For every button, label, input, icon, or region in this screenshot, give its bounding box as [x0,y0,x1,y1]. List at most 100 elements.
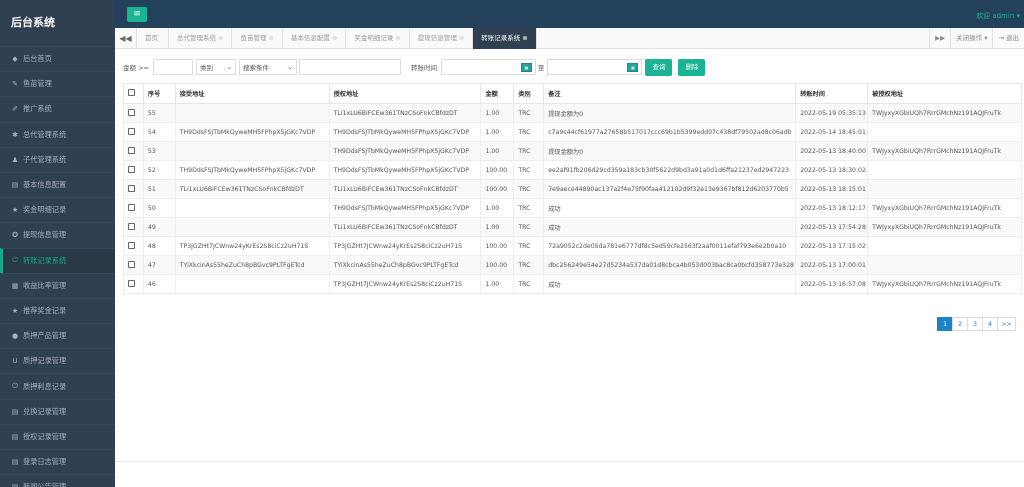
sidebar-item-label: 总代管理系统 [23,129,67,139]
row-checkbox[interactable] [128,184,135,192]
delete-button[interactable]: 删除 [678,58,706,76]
cell-authorized [867,122,1022,142]
sidebar-item[interactable]: ▦ 收益比率管理 [0,272,115,298]
tab[interactable]: 总代管理系统 ⊗ [169,27,233,49]
row-checkbox[interactable] [128,146,135,154]
cell-authorized [867,179,1022,199]
table-row[interactable]: 50 TH9DdsFSJTbMkQyweMH5FPhpX5jGKc7VDP 1.00… [123,198,1022,218]
cell-id: 46 [142,274,176,294]
row-checkbox[interactable] [128,241,135,249]
cell-type: TRC [513,217,545,237]
sidebar-item[interactable]: ✪ 提现信息管理 [0,222,115,247]
end-date-input[interactable]: ▦ [547,59,643,75]
sidebar-item-label: 提现信息管理 [23,230,67,240]
cell-id: 50 [142,198,176,218]
close-icon[interactable]: ⊗ [332,34,337,42]
table-row[interactable]: 52 TH9DdsFSJTbMkQyweMH5FPhpX5jGKc7VDP TH9D… [123,160,1022,180]
sidebar-item[interactable]: ▤ 登录日志管理 [0,449,115,474]
sidebar-item[interactable]: ★ 推荐奖金记录 [0,297,115,323]
tab[interactable]: 鱼苗管理 ⊗ [232,27,283,49]
row-checkbox[interactable] [128,203,135,211]
sidebar-item[interactable]: ◆ 后台首页 [0,46,115,71]
cell-id: 53 [142,141,176,161]
menu-icon: U [12,357,18,366]
category-select[interactable]: 类别 ⌄ [195,59,236,75]
menu-icon: ▤ [11,181,19,190]
row-checkbox[interactable] [128,279,135,287]
calendar-icon[interactable]: ▦ [627,62,639,72]
chevron-down-icon: ⌄ [287,63,293,71]
row-checkbox[interactable] [128,127,135,135]
cell-type: TRC [513,160,545,180]
tab[interactable]: 基本信息配置 ⊗ [283,27,347,49]
tab-prev-button[interactable]: ◀◀ [115,27,137,49]
sidebar-item[interactable]: U 质押记录管理 [0,348,115,373]
sidebar-item[interactable]: ▤ 基本信息配置 [0,171,115,197]
sidebar-item[interactable]: ● 质押产品管理 [0,323,115,348]
table-row[interactable]: 53 TH9DdsFSJTbMkQyweMH5FPhpX5jGKc7VDP 1.00… [123,141,1022,161]
cell-note: 成功 [543,217,797,237]
table-row[interactable]: 48 TP3jGZHt7JCWnw24yKrEs2S8ciCz2uH71S TP3j… [123,236,1022,256]
search-condition-select[interactable]: 搜索条件 ⌄ [238,59,297,75]
cell-auth: TP3jGZHt7JCWnw24yKrEs2S8ciCz2uH71S [328,274,482,294]
cell-time: 2022-05-13 17:15:02 [795,236,869,256]
page-button[interactable]: 4 [982,317,998,331]
app-title: 后台系统 [11,16,55,29]
cell-amount: 100.00 [480,255,515,275]
row-checkbox[interactable] [128,108,135,116]
close-icon[interactable]: ⊗ [218,34,223,42]
close-icon[interactable]: ⊗ [395,34,400,42]
close-icon[interactable]: ⊗ [268,34,273,42]
table-row[interactable]: 47 TYiXkcinAs55heZuCh8pBGvc9PLTFgETcd TYiX… [123,255,1022,275]
row-checkbox[interactable] [128,260,135,268]
row-checkbox[interactable] [128,222,135,230]
page-button[interactable]: 2 [952,317,968,331]
tab[interactable]: 奖金明细记录 ⊗ [346,27,410,49]
calendar-icon[interactable]: ▦ [520,62,532,72]
tab-list: 首页 总代管理系统 ⊗ 鱼苗管理 ⊗ 基本信息配置 ⊗ 奖金明细记录 ⊗ 提现信息管理 ⊗ 转账记录系… [137,27,537,49]
close-icon[interactable]: ⊗ [522,34,527,42]
table-row[interactable]: 54 TH9DdsFSJTbMkQyweMH5FPhpX5jGKc7VDP TH9D… [123,122,1022,142]
sidebar-item[interactable]: ⏻ 质押利息记录 [0,373,115,398]
tab[interactable]: 提现信息管理 ⊗ [410,27,474,49]
sidebar-item[interactable]: ✐ 推广系统 [0,96,115,121]
query-button[interactable]: 查询 [645,58,673,76]
amount-label: 金额 >= [123,64,149,72]
tab-next-button[interactable]: ▶▶ [929,27,950,49]
sidebar-item[interactable]: ▤新闻公告管理 [0,474,115,487]
row-checkbox[interactable] [128,165,135,173]
close-ops-dropdown[interactable]: 关闭操作 ▾ [950,27,992,49]
table-row[interactable]: 46 TP3jGZHt7JCWnw24yKrEs2S8ciCz2uH71S 1.00… [123,274,1022,294]
sidebar-item[interactable]: ★ 奖金明细记录 [0,197,115,222]
table-row[interactable]: 55 TLi1xLU6BiFCEw361TNzCSoFnkCBfdzDT 1.00 T… [123,103,1022,123]
sidebar-item[interactable]: ▤ 授权记录管理 [0,423,115,449]
cell-authorized [867,255,1022,275]
sidebar-menu: ◆ 后台首页 ✎ 鱼苗管理 ✐ 推广系统 ✱ 总代管理系统 ♟ 子代管理系统 ▤ 基本信息配置 ★ 奖金明… [0,46,115,487]
cell-id: 47 [142,255,176,275]
search-input[interactable] [298,59,401,75]
start-date-input[interactable]: ▦ [440,59,536,75]
column-header: 接受地址 [174,83,330,104]
table-row[interactable]: 49 TLi1xLU6BiFCEw361TNzCSoFnkCBfdzDT 1.00 T… [123,217,1022,237]
cell-amount: 1.00 [480,198,515,218]
logout-button[interactable]: ⇥ 退出 [992,27,1024,49]
tab[interactable]: 首页 [137,27,169,49]
sidebar-item[interactable]: ✎ 鱼苗管理 [0,71,115,96]
sidebar-item[interactable]: ⏻ 转账记录系统 [0,247,115,273]
sidebar-item[interactable]: ♟ 子代管理系统 [0,146,115,172]
row-select-cell [123,122,144,142]
row-select-cell [123,274,144,294]
sidebar-item[interactable]: ▤ 兑换记录管理 [0,398,115,424]
user-menu[interactable]: 欢迎 admin ▾ [976,11,1020,21]
menu-toggle-button[interactable]: ≡ [127,7,147,22]
page-button[interactable]: >> [997,317,1016,331]
sidebar-item[interactable]: ✱ 总代管理系统 [0,121,115,147]
page-button[interactable]: 1 [937,317,953,331]
close-icon[interactable]: ⊗ [459,34,464,42]
page-button[interactable]: 3 [967,317,983,331]
table-row[interactable]: 51 TLi1xLU6BiFCEw361TNzCSoFnkCBfdzDT TLi1x… [123,179,1022,199]
cell-time: 2022-05-13 17:00:01 [795,255,869,275]
amount-input[interactable] [152,59,193,75]
tab[interactable]: 转账记录系统 ⊗ [473,27,537,49]
select-all-checkbox[interactable] [128,89,135,96]
